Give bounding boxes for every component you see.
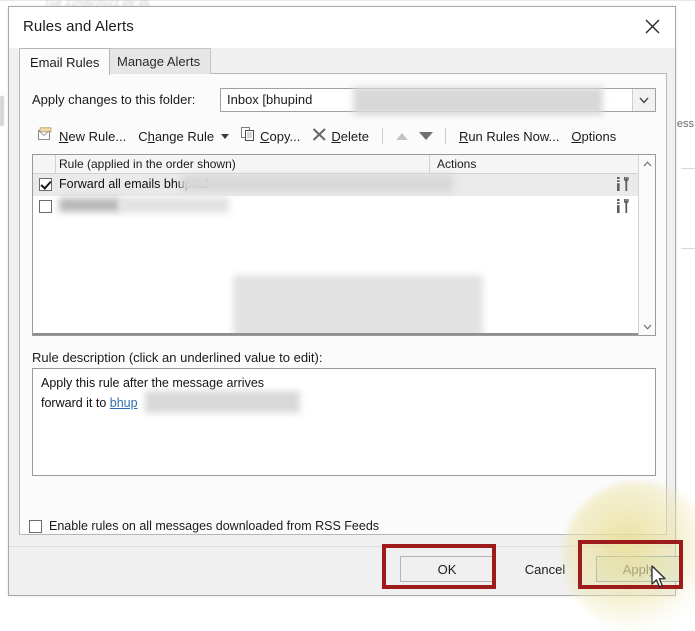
background-right-divider-2 xyxy=(681,248,695,249)
column-header-rule: Rule (applied in the order shown) xyxy=(59,157,236,171)
folder-redaction xyxy=(353,87,603,115)
new-rule-envelope-icon xyxy=(38,127,55,145)
column-header-actions: Actions xyxy=(437,157,477,171)
new-rule-label: New Rule... xyxy=(59,128,127,144)
rule-description-label: Rule description (click an underlined va… xyxy=(32,350,323,365)
rule-description-prefix: forward it to xyxy=(41,396,110,410)
wrench-screwdriver-icon xyxy=(613,176,633,194)
folder-label: Apply changes to this folder: xyxy=(32,92,196,107)
folder-row: Apply changes to this folder: Inbox [bhu… xyxy=(32,87,656,115)
dialog-footer: OK Cancel Apply xyxy=(9,546,682,595)
close-icon[interactable] xyxy=(635,11,669,41)
table-row[interactable]: Forward all emails bhupind xyxy=(33,174,655,196)
tab-manage-alerts[interactable]: Manage Alerts xyxy=(106,48,212,74)
copy-button[interactable]: Copy... xyxy=(235,125,306,147)
tab-email-rules-label: Email Rules xyxy=(30,54,100,70)
chevron-down-icon xyxy=(221,133,230,139)
copy-pages-icon xyxy=(241,127,256,145)
change-rule-button[interactable]: Change Rule xyxy=(132,127,235,146)
rule-description-recipient-link[interactable]: bhup xyxy=(110,396,138,410)
rule-description-line-2: forward it to bhup xyxy=(41,396,138,410)
tabstrip: Email Rules Manage Alerts xyxy=(9,48,675,75)
rule-name-redaction-tail xyxy=(119,197,229,213)
delete-label: Delete xyxy=(331,128,369,144)
screen: Tue 22/06/2022 09:35 ess Rules and Alert… xyxy=(0,0,695,631)
rule-description-line-1: Apply this rule after the message arrive… xyxy=(41,376,265,390)
toolbar-separator-2 xyxy=(444,128,446,144)
chevron-down-icon[interactable] xyxy=(639,318,655,335)
wrench-screwdriver-icon xyxy=(613,198,633,216)
apply-button[interactable]: Apply xyxy=(596,556,682,582)
rule-enabled-checkbox[interactable] xyxy=(39,200,52,213)
arrow-down-icon xyxy=(418,132,433,140)
rule-name-redaction xyxy=(181,175,453,192)
rss-feeds-checkbox[interactable] xyxy=(29,519,42,533)
change-rule-label: Change Rule xyxy=(138,128,215,144)
run-rules-now-label: Run Rules Now... xyxy=(458,128,560,144)
chevron-up-icon[interactable] xyxy=(639,155,655,172)
arrow-up-icon xyxy=(395,132,408,140)
list-bottom-divider xyxy=(33,333,640,335)
background-right-text: ess xyxy=(676,118,694,130)
ok-button[interactable]: OK xyxy=(400,556,494,582)
rss-feeds-label: Enable rules on all messages downloaded … xyxy=(49,519,380,533)
rules-list-header: Rule (applied in the order shown) Action… xyxy=(33,155,655,174)
rss-feeds-checkbox-row[interactable]: Enable rules on all messages downloaded … xyxy=(29,519,379,533)
table-row[interactable] xyxy=(33,196,655,218)
header-divider-left xyxy=(55,155,56,174)
header-divider-mid xyxy=(429,155,430,174)
folder-combobox-value: Inbox [bhupind xyxy=(227,92,313,107)
background-right-divider-1 xyxy=(681,168,695,169)
rule-description-redaction xyxy=(145,391,300,413)
tab-manage-alerts-label: Manage Alerts xyxy=(117,54,201,69)
toolbar-separator xyxy=(381,128,383,144)
delete-x-icon xyxy=(312,127,327,145)
rule-enabled-checkbox[interactable] xyxy=(39,178,52,191)
dialog-titlebar: Rules and Alerts xyxy=(9,7,675,48)
copy-label: Copy... xyxy=(260,128,301,144)
rules-listbox[interactable]: Rule (applied in the order shown) Action… xyxy=(32,154,656,336)
folder-combobox[interactable]: Inbox [bhupind xyxy=(220,87,656,115)
rules-list-scrollbar[interactable] xyxy=(638,155,655,335)
listbox-lower-redaction xyxy=(233,275,483,335)
rules-and-alerts-dialog: Rules and Alerts Email Rules Manage Aler… xyxy=(8,6,682,596)
email-rules-panel: Apply changes to this folder: Inbox [bhu… xyxy=(19,73,667,535)
background-left-tick xyxy=(0,96,4,126)
rules-toolbar: New Rule... Change Rule Copy... Delete R… xyxy=(32,122,656,150)
options-label: Options xyxy=(571,128,617,144)
move-down-button[interactable] xyxy=(414,125,438,147)
rule-description-box[interactable]: Apply this rule after the message arrive… xyxy=(32,368,656,476)
options-button[interactable]: Options xyxy=(565,127,622,146)
rule-name-redaction xyxy=(59,198,121,212)
delete-button[interactable]: Delete xyxy=(306,125,375,147)
move-up-button[interactable] xyxy=(390,125,414,147)
tab-email-rules[interactable]: Email Rules xyxy=(19,48,111,75)
rule-name: Forward all emails bhupind xyxy=(59,177,209,191)
new-rule-button[interactable]: New Rule... xyxy=(32,125,132,147)
dialog-title: Rules and Alerts xyxy=(23,18,134,35)
cancel-button[interactable]: Cancel xyxy=(503,556,587,582)
run-rules-now-button[interactable]: Run Rules Now... xyxy=(453,127,565,146)
chevron-down-icon[interactable] xyxy=(632,89,655,111)
